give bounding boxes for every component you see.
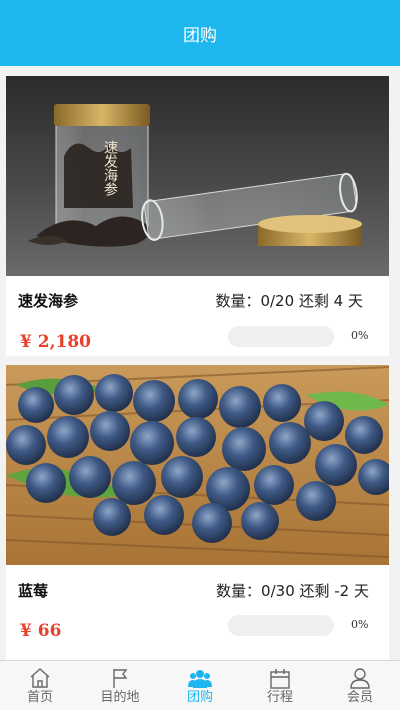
tab-label: 首页 <box>26 690 53 705</box>
tab-member[interactable]: 会员 <box>320 661 400 710</box>
calendar-icon <box>270 669 290 689</box>
product-name[interactable]: 速发海参 <box>18 290 78 311</box>
product-price: ¥ 2,180 <box>20 332 91 352</box>
app-header: 团购 <box>0 0 400 66</box>
progress-percent: 0% <box>351 329 369 342</box>
product-card[interactable]: 速发海参 速发海参 数量：0/20 还剩 4 天 ¥ 2,180 0% <box>6 76 389 356</box>
group-buy-list[interactable]: 速发海参 速发海参 数量：0/20 还剩 4 天 ¥ 2,180 0% 蓝莓 数… <box>0 66 400 660</box>
tab-label: 团购 <box>186 690 213 705</box>
progress-percent: 0% <box>351 618 369 631</box>
product-quantity: 数量：0/30 还剩 -2 天 <box>216 582 369 600</box>
progress-bar <box>228 326 334 347</box>
flag-icon <box>113 669 128 688</box>
bottom-tab-bar: 首页 目的地 团购 行程 会员 <box>0 660 400 710</box>
user-icon <box>350 668 370 689</box>
product-name[interactable]: 蓝莓 <box>18 580 48 601</box>
product-image-sea-cucumber[interactable]: 速发海参 <box>6 76 389 276</box>
tab-label: 目的地 <box>100 690 140 705</box>
product-quantity: 数量：0/20 还剩 4 天 <box>215 292 363 310</box>
progress-bar <box>228 615 334 636</box>
tab-label: 行程 <box>266 690 293 705</box>
product-image-blueberry[interactable] <box>6 365 389 565</box>
product-card[interactable]: 蓝莓 数量：0/30 还剩 -2 天 ¥ 66 0% <box>6 365 389 660</box>
product-price: ¥ 66 <box>20 621 62 641</box>
page-title: 团购 <box>183 25 217 46</box>
tab-itinerary[interactable]: 行程 <box>240 661 320 710</box>
tab-home[interactable]: 首页 <box>0 661 80 710</box>
tab-group-buy[interactable]: 团购 <box>160 661 240 710</box>
home-icon <box>30 668 50 688</box>
group-icon <box>188 670 212 688</box>
tab-destination[interactable]: 目的地 <box>80 661 160 710</box>
jar-label: 速发海参 <box>102 140 118 196</box>
tab-label: 会员 <box>346 690 373 705</box>
